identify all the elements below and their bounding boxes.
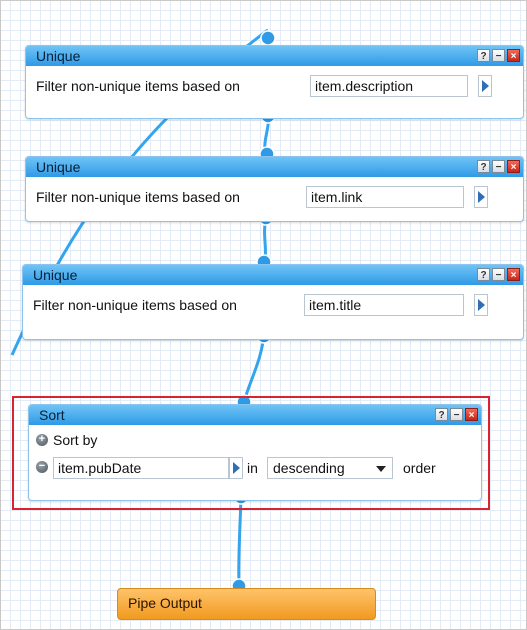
selection-highlight [12, 396, 490, 510]
filter-label: Filter non-unique items based on [36, 189, 240, 205]
unique-module-1[interactable]: Unique ? − × Filter non-unique items bas… [25, 45, 524, 119]
module-controls: ? − × [477, 160, 520, 173]
field-picker-arrow-icon[interactable] [474, 294, 488, 316]
module-controls: ? − × [477, 268, 520, 281]
module-title: Unique [36, 159, 81, 175]
wire-sort-output [237, 496, 243, 586]
field-input[interactable]: item.link [306, 186, 464, 208]
module-controls: ? − × [477, 49, 520, 62]
close-button[interactable]: × [507, 160, 520, 173]
unique-module-2[interactable]: Unique ? − × Filter non-unique items bas… [25, 156, 524, 222]
field-input[interactable]: item.title [304, 294, 464, 316]
help-button[interactable]: ? [477, 160, 490, 173]
pipe-output-title: Pipe Output [128, 595, 202, 611]
unique-module-3[interactable]: Unique ? − × Filter non-unique items bas… [22, 264, 524, 340]
module-titlebar[interactable]: Unique ? − × [26, 157, 523, 177]
close-button[interactable]: × [507, 268, 520, 281]
pipe-editor-canvas[interactable]: Unique ? − × Filter non-unique items bas… [0, 0, 527, 630]
field-input[interactable]: item.description [310, 75, 468, 97]
module-title: Unique [33, 267, 78, 283]
help-button[interactable]: ? [477, 268, 490, 281]
pipe-output-module[interactable]: Pipe Output [117, 588, 376, 620]
minimize-button[interactable]: − [492, 49, 505, 62]
filter-label: Filter non-unique items based on [36, 78, 240, 94]
minimize-button[interactable]: − [492, 160, 505, 173]
port-unique1-in [260, 30, 276, 46]
filter-label: Filter non-unique items based on [33, 297, 237, 313]
minimize-button[interactable]: − [492, 268, 505, 281]
module-title: Unique [36, 48, 81, 64]
field-picker-arrow-icon[interactable] [478, 75, 492, 97]
help-button[interactable]: ? [477, 49, 490, 62]
module-titlebar[interactable]: Unique ? − × [26, 46, 523, 66]
field-picker-arrow-icon[interactable] [474, 186, 488, 208]
close-button[interactable]: × [507, 49, 520, 62]
wire-unique3-sort [242, 332, 266, 403]
module-titlebar[interactable]: Unique ? − × [23, 265, 523, 285]
